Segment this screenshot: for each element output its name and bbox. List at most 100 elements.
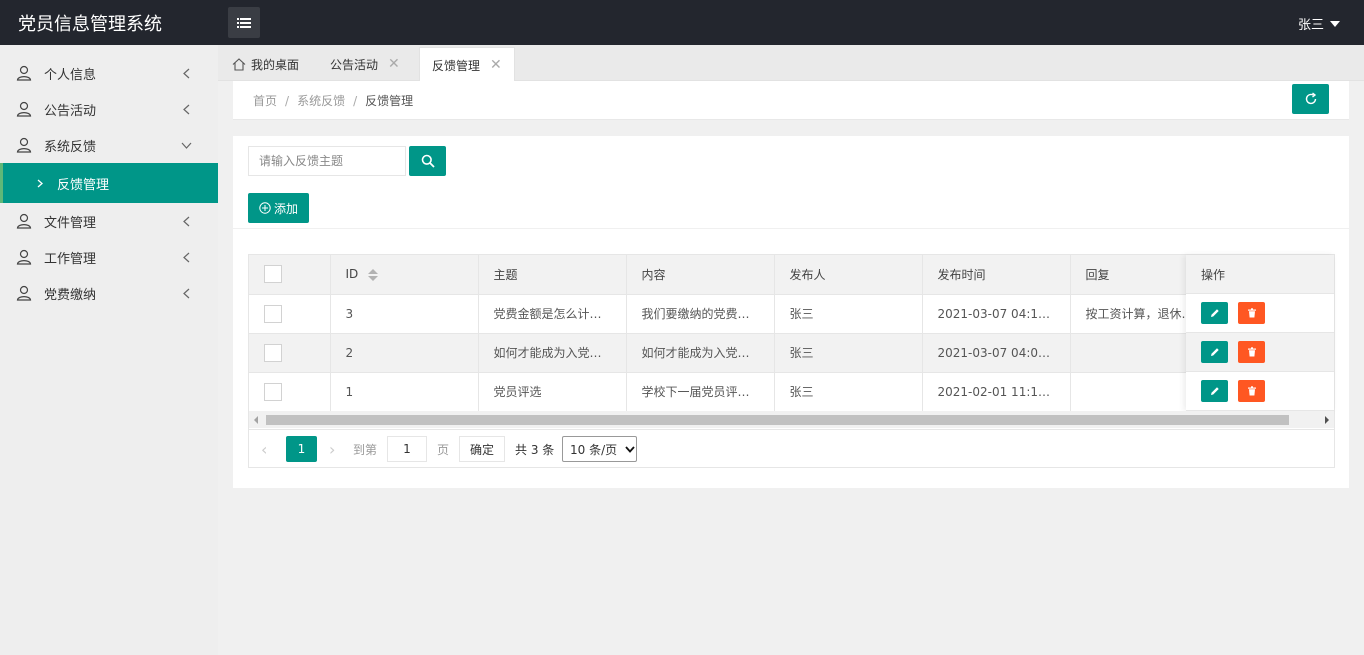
table-row: 2 如何才能成为入党… 如何才能成为入党… 张三 2021-03-07 04:0… — [249, 333, 1335, 373]
row-checkbox[interactable] — [264, 304, 282, 323]
chevron-left-icon — [183, 252, 190, 263]
edit-button[interactable] — [1201, 341, 1228, 363]
edit-icon — [1210, 348, 1219, 356]
column-label: ID — [345, 267, 359, 282]
cell-content: 我们要缴纳的党费… — [626, 294, 775, 334]
chevron-left-icon — [183, 68, 190, 79]
trash-icon — [1247, 308, 1256, 318]
breadcrumb-home[interactable]: 首页 — [253, 94, 277, 108]
breadcrumb-bar: 首页 / 系统反馈 / 反馈管理 — [233, 81, 1349, 120]
delete-button[interactable] — [1238, 302, 1265, 324]
sort-icon[interactable] — [368, 268, 379, 281]
refresh-button[interactable] — [1292, 84, 1329, 114]
actions-column: 操作 — [1186, 255, 1334, 411]
header-checkbox-cell — [249, 255, 331, 295]
user-icon — [16, 137, 32, 153]
tab-announcements[interactable]: 公告活动 ✕ — [318, 47, 412, 81]
user-icon — [16, 249, 32, 265]
add-button-label: 添加 — [273, 201, 298, 216]
next-page-icon[interactable]: › — [329, 436, 335, 462]
chevron-left-icon — [183, 216, 190, 227]
table-row: 3 党费金额是怎么计… 我们要缴纳的党费… 张三 2021-03-07 04:1… — [249, 294, 1335, 334]
sidebar-item-work[interactable]: 工作管理 — [0, 239, 218, 275]
prev-page-icon[interactable]: ‹ — [261, 436, 277, 462]
tab-desktop[interactable]: 我的桌面 — [220, 47, 311, 81]
add-button[interactable]: 添加 — [248, 193, 309, 223]
column-header-actions: 操作 — [1186, 255, 1334, 294]
close-icon[interactable]: ✕ — [490, 57, 502, 73]
sidebar-subitem-label: 反馈管理 — [57, 177, 110, 193]
cell-time: 2021-03-07 04:05:02 — [922, 333, 1071, 373]
sidebar-item-dues[interactable]: 党费缴纳 — [0, 275, 218, 311]
current-page[interactable]: 1 — [286, 436, 317, 462]
scroll-left-icon[interactable] — [254, 416, 258, 424]
search-button[interactable] — [409, 146, 446, 176]
add-circle-icon — [259, 202, 271, 214]
home-icon — [232, 57, 246, 71]
column-header-topic: 主题 — [478, 255, 627, 295]
column-header-time: 发布时间 — [922, 255, 1071, 295]
select-all-checkbox[interactable] — [264, 265, 282, 284]
breadcrumb-feedback[interactable]: 系统反馈 — [297, 94, 345, 108]
close-icon[interactable]: ✕ — [388, 56, 400, 72]
breadcrumb: 首页 / 系统反馈 / 反馈管理 — [253, 92, 413, 109]
sidebar-item-label: 系统反馈 — [44, 139, 97, 155]
user-icon — [16, 101, 32, 117]
goto-label: 到第 — [353, 442, 378, 457]
total-count: 共 3 条 — [515, 442, 555, 457]
goto-confirm-button[interactable]: 确定 — [459, 436, 505, 462]
edit-button[interactable] — [1201, 380, 1228, 402]
search-icon — [421, 154, 435, 168]
delete-button[interactable] — [1238, 341, 1265, 363]
edit-icon — [1210, 387, 1219, 395]
sidebar-item-label: 党费缴纳 — [44, 287, 97, 303]
chevron-right-icon — [37, 179, 43, 187]
cell-time: 2021-03-07 04:11:06 — [922, 294, 1071, 334]
user-icon — [16, 65, 32, 81]
delete-button[interactable] — [1238, 380, 1265, 402]
scrollbar-thumb[interactable] — [266, 415, 1289, 425]
cell-id: 2 — [330, 333, 479, 373]
row-checkbox-cell — [249, 372, 331, 412]
divider — [233, 228, 1349, 229]
sidebar-item-announcements[interactable]: 公告活动 — [0, 91, 218, 127]
scroll-right-icon[interactable] — [1325, 416, 1329, 424]
search-input[interactable] — [248, 146, 406, 176]
chevron-left-icon — [183, 288, 190, 299]
tab-feedback-manage[interactable]: 反馈管理 ✕ — [419, 47, 515, 82]
cell-topic: 党费金额是怎么计… — [478, 294, 627, 334]
edit-button[interactable] — [1201, 302, 1228, 324]
sidebar-item-label: 个人信息 — [44, 67, 97, 83]
table-header-row: ID 主题 内容 发布人 发布时间 回复 — [249, 255, 1335, 295]
cell-author: 张三 — [774, 372, 923, 412]
sidebar-item-personal-info[interactable]: 个人信息 — [0, 55, 218, 91]
horizontal-scrollbar[interactable] — [249, 411, 1334, 428]
breadcrumb-separator: / — [353, 94, 358, 108]
sidebar: 个人信息 公告活动 系统反馈 反馈管理 文件管理 工作管理 党费缴纳 — [0, 45, 218, 655]
page-size-value: 10 条/页 — [570, 442, 618, 457]
caret-down-icon — [1330, 20, 1340, 27]
row-checkbox[interactable] — [264, 343, 282, 362]
sidebar-item-files[interactable]: 文件管理 — [0, 203, 218, 239]
column-header-id[interactable]: ID — [330, 255, 479, 295]
trash-icon — [1247, 347, 1256, 357]
breadcrumb-separator: / — [285, 94, 290, 108]
sidebar-item-feedback[interactable]: 系统反馈 — [0, 127, 218, 163]
row-actions — [1186, 372, 1334, 411]
sidebar-subitem-feedback-manage[interactable]: 反馈管理 — [0, 163, 218, 203]
cell-author: 张三 — [774, 333, 923, 373]
cell-id: 3 — [330, 294, 479, 334]
cell-time: 2021-02-01 11:16:25 — [922, 372, 1071, 412]
table-row: 1 党员评选 学校下一届党员评… 张三 2021-02-01 11:16:25 — [249, 372, 1335, 412]
user-menu[interactable]: 张三 — [1298, 14, 1340, 33]
row-checkbox[interactable] — [264, 382, 282, 401]
page-size-select[interactable]: 10 条/页 — [562, 436, 637, 462]
goto-page-input[interactable]: 1 — [387, 436, 427, 462]
tab-label: 我的桌面 — [251, 57, 300, 72]
tab-label: 反馈管理 — [432, 58, 481, 73]
tab-label: 公告活动 — [330, 57, 379, 72]
user-icon — [16, 213, 32, 229]
row-actions — [1186, 294, 1334, 333]
pagination: ‹ 1 › 到第 1 页 确定 共 3 条 10 条/页 — [249, 429, 1334, 467]
menu-toggle-button[interactable] — [228, 7, 260, 38]
